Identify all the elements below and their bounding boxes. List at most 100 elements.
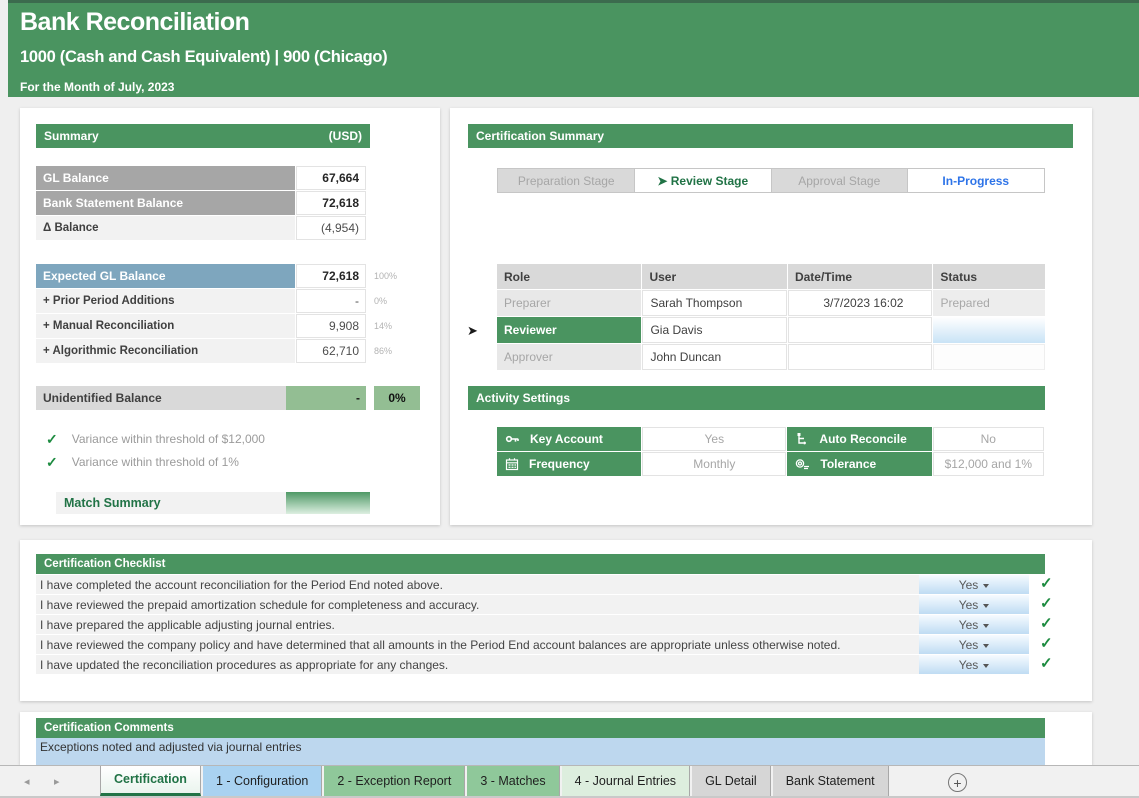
answer-value: Yes [959, 618, 979, 632]
preparer-date[interactable]: 3/7/2023 16:02 [788, 290, 933, 316]
key-account-value[interactable]: Yes [642, 427, 786, 451]
checklist-answer-dropdown[interactable]: Yes [919, 635, 1029, 654]
auto-reconcile-text: Auto Reconcile [819, 432, 906, 446]
tab-bank-statement[interactable]: Bank Statement [773, 766, 889, 796]
approver-user[interactable]: John Duncan [642, 344, 786, 370]
reviewer-user[interactable]: Gia Davis [642, 317, 786, 343]
checklist-panel: Certification Checklist I have completed… [20, 540, 1092, 701]
checklist-answer-dropdown[interactable]: Yes [919, 615, 1029, 634]
comments-panel: Certification Comments Exceptions noted … [20, 712, 1092, 765]
frequency-text: Frequency [529, 457, 590, 471]
check-icon: ✓ [1040, 614, 1053, 632]
auto-reconcile-label: Auto Reconcile [787, 427, 931, 451]
answer-value: Yes [959, 638, 979, 652]
table-row: Unidentified Balance - [36, 386, 366, 410]
approver-status[interactable] [933, 344, 1045, 370]
answer-value: Yes [959, 598, 979, 612]
tolerance-text: Tolerance [820, 457, 876, 471]
list-item: I have updated the reconciliation proced… [36, 655, 930, 674]
table-row: + Manual Reconciliation 9,908 14% [36, 314, 366, 338]
checklist-item-text: I have reviewed the prepaid amortization… [36, 595, 930, 614]
comments-input[interactable]: Exceptions noted and adjusted via journa… [36, 738, 1045, 765]
check-icon: ✓ [46, 431, 58, 448]
variance-check-text: Variance within threshold of $12,000 [72, 432, 265, 446]
role-table-header: Role User Date/Time Status [497, 264, 1045, 289]
delta-balance-value[interactable]: (4,954) [296, 216, 366, 240]
prior-period-value[interactable]: - [296, 289, 366, 313]
role-table: Role User Date/Time Status Preparer Sara… [497, 264, 1045, 371]
variance-check-text: Variance within threshold of 1% [72, 455, 239, 469]
add-sheet-icon[interactable]: + [948, 773, 967, 792]
key-account-label: Key Account [497, 427, 641, 451]
certification-panel: Certification Summary Preparation Stage … [450, 108, 1092, 525]
manual-recon-value[interactable]: 9,908 [296, 314, 366, 338]
stage-review[interactable]: ➤ Review Stage [635, 169, 772, 192]
checklist-answer-dropdown[interactable]: Yes [919, 655, 1029, 674]
frequency-label: Frequency [497, 452, 641, 476]
check-icon: ✓ [1040, 654, 1053, 672]
tab-gl-detail[interactable]: GL Detail [692, 766, 771, 796]
stage-bar: Preparation Stage ➤ Review Stage Approva… [497, 168, 1045, 193]
unidentified-value[interactable]: - [286, 386, 366, 410]
algo-recon-label: + Algorithmic Reconciliation [36, 339, 295, 363]
role-preparer[interactable]: Preparer [497, 290, 641, 316]
auto-reconcile-value[interactable]: No [933, 427, 1044, 451]
expected-gl-value[interactable]: 72,618 [296, 264, 366, 288]
bank-balance-value[interactable]: 72,618 [296, 191, 366, 215]
checklist-item-text: I have updated the reconciliation proced… [36, 655, 930, 674]
check-icon: ✓ [1040, 574, 1053, 592]
preparer-status[interactable]: Prepared [933, 290, 1045, 316]
tolerance-label: Tolerance [787, 452, 931, 476]
table-row: Approver John Duncan [497, 344, 1045, 370]
checklist-answer-dropdown[interactable]: Yes [919, 575, 1029, 594]
table-row: GL Balance 67,664 [36, 166, 366, 190]
table-row: Expected GL Balance 72,618 100% [36, 264, 366, 288]
role-reviewer[interactable]: Reviewer [497, 317, 641, 343]
key-icon [505, 432, 520, 446]
report-header: Bank Reconciliation 1000 (Cash and Cash … [8, 0, 1139, 97]
gl-balance-value[interactable]: 67,664 [296, 166, 366, 190]
algo-recon-value[interactable]: 62,710 [296, 339, 366, 363]
stage-preparation[interactable]: Preparation Stage [498, 169, 635, 192]
role-approver[interactable]: Approver [497, 344, 641, 370]
reviewer-status[interactable] [933, 317, 1045, 343]
match-summary-gradient [286, 492, 370, 514]
list-item: I have reviewed the prepaid amortization… [36, 595, 930, 614]
reviewer-date[interactable] [788, 317, 933, 343]
approver-date[interactable] [788, 344, 933, 370]
table-row: Preparer Sarah Thompson 3/7/2023 16:02 P… [497, 290, 1045, 316]
stage-status: In-Progress [908, 169, 1045, 192]
check-icon: ✓ [46, 454, 58, 471]
tab-configuration[interactable]: 1 - Configuration [203, 766, 322, 796]
unidentified-label: Unidentified Balance [36, 386, 286, 410]
bank-balance-label: Bank Statement Balance [36, 191, 295, 215]
expected-gl-label: Expected GL Balance [36, 264, 295, 288]
manual-recon-pct: 14% [374, 314, 392, 338]
checklist-item-text: I have reviewed the company policy and h… [36, 635, 930, 654]
tab-certification[interactable]: Certification [100, 766, 201, 796]
preparer-user[interactable]: Sarah Thompson [642, 290, 786, 316]
algo-recon-pct: 86% [374, 339, 392, 363]
tab-scroll-right-icon[interactable]: ▸ [54, 775, 60, 788]
tab-exception-report[interactable]: 2 - Exception Report [324, 766, 465, 796]
col-datetime: Date/Time [788, 264, 932, 289]
flow-icon [795, 432, 809, 446]
tolerance-value[interactable]: $12,000 and 1% [933, 452, 1044, 476]
summary-panel: Summary (USD) GL Balance 67,664 Bank Sta… [20, 108, 440, 525]
stage-approval[interactable]: Approval Stage [771, 169, 908, 192]
list-item: I have prepared the applicable adjusting… [36, 615, 930, 634]
certification-summary-header: Certification Summary [468, 124, 1073, 148]
activity-settings-header: Activity Settings [468, 386, 1045, 410]
expected-gl-pct: 100% [374, 264, 397, 288]
prior-period-pct: 0% [374, 289, 387, 313]
checklist-item-text: I have prepared the applicable adjusting… [36, 615, 930, 634]
sheet-tab-bar: ◂ ▸ Certification 1 - Configuration 2 - … [0, 765, 1139, 798]
checklist-item-text: I have completed the account reconciliat… [36, 575, 930, 594]
frequency-value[interactable]: Monthly [642, 452, 786, 476]
tab-matches[interactable]: 3 - Matches [467, 766, 559, 796]
tab-journal-entries[interactable]: 4 - Journal Entries [562, 766, 690, 796]
checklist-answer-dropdown[interactable]: Yes [919, 595, 1029, 614]
tab-scroll-left-icon[interactable]: ◂ [24, 775, 30, 788]
list-item: I have reviewed the company policy and h… [36, 635, 930, 654]
delta-balance-label: Δ Balance [36, 216, 295, 240]
